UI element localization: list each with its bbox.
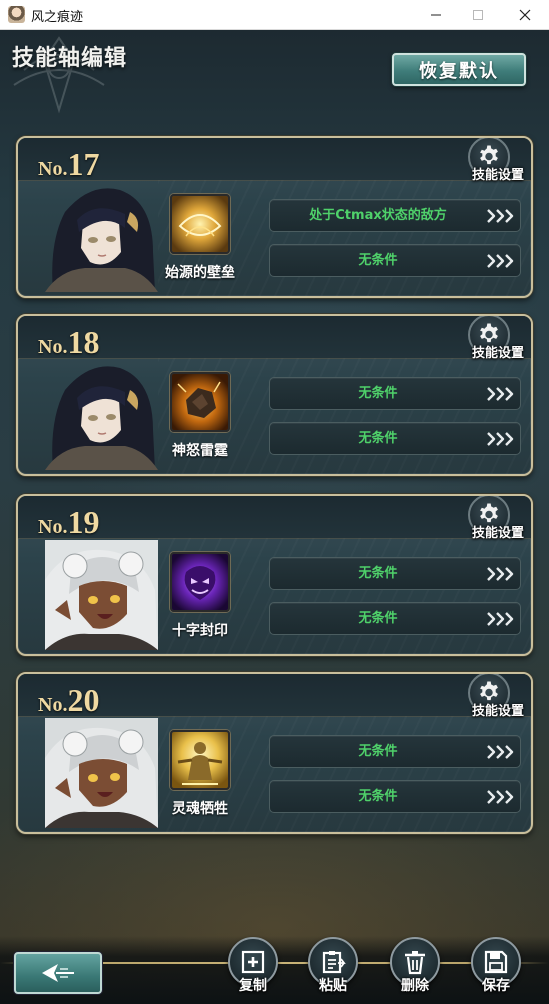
triple-chevron-icon [487,432,514,446]
condition-text: 无条件 [358,386,398,401]
window-titlebar: 风之痕迹 [0,0,549,30]
trash-icon [405,951,425,975]
condition-button[interactable]: 无条件 [269,735,521,768]
skill-settings-label: 技能设置 [471,168,524,183]
condition-button[interactable]: 无条件 [269,422,521,455]
condition-text: 无条件 [358,789,398,804]
skill-name: 十字封印 [172,623,228,639]
maximize-icon [473,10,483,20]
reset-default-button[interactable]: 恢复默认 [392,53,526,86]
slot-number: No.20 [38,682,99,719]
condition-button[interactable]: 处于Ctmax状态的敌方 [269,199,521,232]
minimize-icon [431,14,441,16]
skill-slot-card: No.17 技能设置 始源的壁垒 处于Ctmax状态的敌方 无条件 [16,136,533,298]
maximize-button[interactable] [458,0,498,30]
condition-button[interactable]: 无条件 [269,557,521,590]
skill-slot-card: No.18 技能设置 神怒雷霆 无条件 无条件 [16,314,533,476]
skill-name: 神怒雷霆 [172,443,228,459]
condition-text: 无条件 [358,744,398,759]
golden-barrier-skill-icon [170,194,230,254]
skill-slot-card: No.20 技能设置 灵魂牺牲 无条件 无条件 [16,672,533,834]
slot-number-value: 18 [67,324,100,360]
condition-button[interactable]: 无条件 [269,244,521,277]
paste-label: 粘贴 [319,978,347,994]
save-icon [484,950,508,974]
app-avatar-icon [8,6,25,23]
slot-number-value: 20 [67,682,100,718]
slot-number: No.18 [38,324,99,361]
condition-text: 无条件 [358,253,398,268]
skill-settings-label: 技能设置 [471,346,524,361]
triple-chevron-icon [487,387,514,401]
back-arrow-icon [42,964,74,982]
skill-settings-label: 技能设置 [471,704,524,719]
triple-chevron-icon [487,790,514,804]
dark-haired-girl-portrait [45,360,158,470]
copy-icon [241,950,265,974]
skill-slot-card: No.19 技能设置 十字封印 无条件 无条件 [16,494,533,656]
slot-number-prefix: No. [38,694,68,716]
triple-chevron-icon [487,745,514,759]
copy-label: 复制 [239,978,267,994]
minimize-button[interactable] [416,0,456,30]
condition-text: 处于Ctmax状态的敌方 [309,208,447,223]
thunder-rock-skill-icon [170,372,230,432]
triple-chevron-icon [487,612,514,626]
save-label: 保存 [482,978,510,994]
condition-button[interactable]: 无条件 [269,780,521,813]
condition-button[interactable]: 无条件 [269,377,521,410]
close-icon [519,9,531,21]
condition-button[interactable]: 无条件 [269,602,521,635]
white-haired-girl-portrait [45,540,158,650]
condition-text: 无条件 [358,566,398,581]
back-button[interactable] [14,952,102,994]
skill-name: 灵魂牺牲 [172,801,228,817]
condition-text: 无条件 [358,431,398,446]
slot-number-prefix: No. [38,336,68,358]
triple-chevron-icon [487,567,514,581]
paste-icon [322,951,346,974]
slot-number: No.19 [38,504,99,541]
skill-name: 始源的壁垒 [165,265,235,281]
condition-text: 无条件 [358,611,398,626]
slot-number-value: 17 [67,146,100,182]
slot-number-prefix: No. [38,516,68,538]
slot-number-value: 19 [67,504,100,540]
page-title: 技能轴编辑 [12,46,128,71]
triple-chevron-icon [487,209,514,223]
dark-haired-girl-portrait [45,182,158,292]
window-title: 风之痕迹 [31,10,84,25]
white-haired-girl-portrait [45,718,158,828]
golden-warrior-skill-icon [170,730,230,790]
slot-number: No.17 [38,146,99,183]
slot-number-prefix: No. [38,158,68,180]
skill-settings-label: 技能设置 [471,526,524,541]
triple-chevron-icon [487,254,514,268]
close-button[interactable] [505,0,545,30]
purple-seal-skill-icon [170,552,230,612]
delete-label: 删除 [401,978,429,994]
